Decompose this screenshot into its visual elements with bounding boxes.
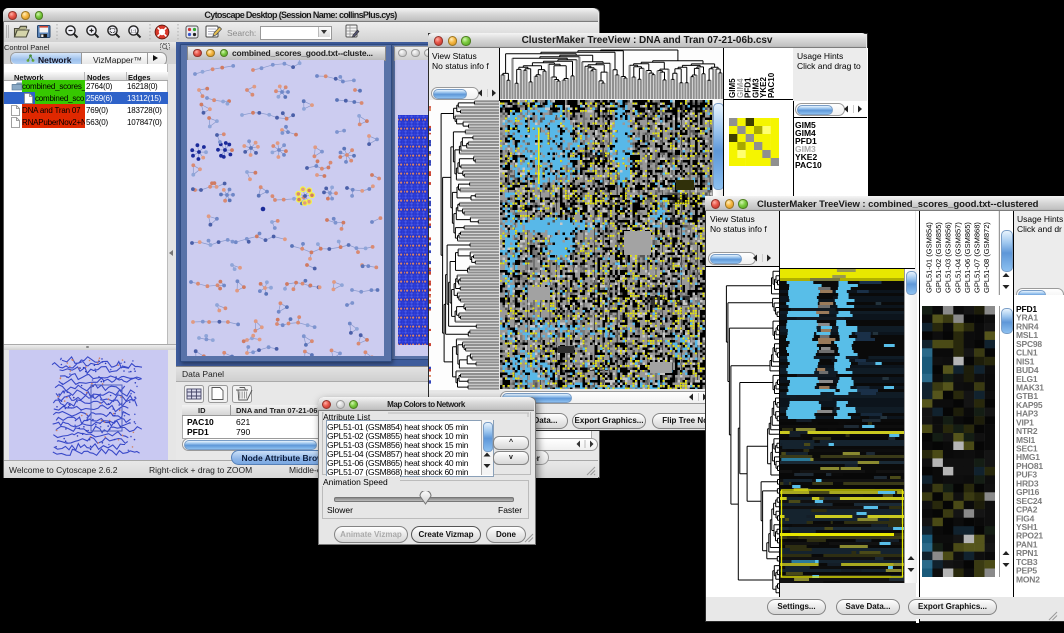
svg-text:GPL51-07 (GSM868): GPL51-07 (GSM868): [973, 222, 982, 293]
svg-text:GPL51-02 (GSM855): GPL51-02 (GSM855): [934, 222, 943, 293]
svg-text:GPL51-01 (GSM854): GPL51-01 (GSM854): [925, 222, 934, 293]
svg-text:GPL51-08 (GSM872): GPL51-08 (GSM872): [982, 222, 991, 293]
svg-text:MON2: MON2: [1016, 574, 1040, 584]
svg-text:GPL51-04 (GSM857): GPL51-04 (GSM857): [953, 222, 962, 293]
svg-text:1:1: 1:1: [130, 28, 137, 33]
svg-text:GPL51-06 (GSM865): GPL51-06 (GSM865): [963, 222, 972, 293]
svg-text:PAC10: PAC10: [767, 72, 776, 98]
svg-text:GPL51-03 (GSM856): GPL51-03 (GSM856): [944, 222, 953, 293]
